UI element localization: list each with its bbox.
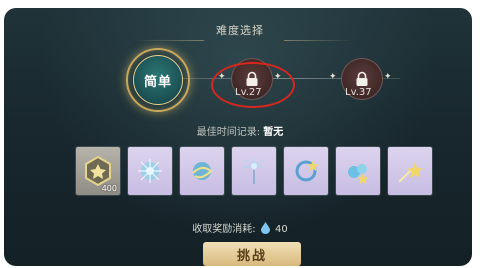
reward-item[interactable]: [128, 147, 172, 195]
reward-cost-value: 40: [275, 224, 288, 235]
star-cluster-icon: [348, 164, 369, 184]
resin-drop-icon: [260, 222, 270, 234]
sparkle-icon: ✦: [329, 72, 337, 82]
difficulty-simple-label: 简单: [143, 74, 172, 90]
challenge-button[interactable]: 挑战: [203, 242, 301, 266]
best-time-record: 最佳时间记录: 暂无: [0, 123, 480, 138]
best-time-label: 最佳时间记录:: [196, 127, 261, 138]
difficulty-simple-button[interactable]: 简单: [133, 55, 183, 105]
difficulty-lv37-label: Lv.37: [345, 87, 372, 98]
reward-item[interactable]: [336, 147, 380, 195]
challenge-button-label: 挑战: [236, 248, 267, 264]
best-time-value: 暂无: [263, 127, 284, 138]
dandelion-icon: [243, 158, 265, 184]
gold-emblem-icon: [85, 155, 111, 187]
swirl-orb-icon: [192, 162, 213, 180]
reward-item[interactable]: [388, 147, 432, 195]
lock-icon: [356, 71, 368, 86]
panel-title: 难度选择: [216, 24, 264, 37]
reward-item[interactable]: [284, 147, 328, 195]
star-wreath-icon: [295, 160, 319, 182]
reward-count: 400: [101, 184, 117, 193]
title-ornament-right: [284, 40, 354, 41]
reward-item[interactable]: [232, 147, 276, 195]
blue-flower-icon: [138, 159, 162, 183]
highlight-ring: [211, 62, 295, 108]
reward-item[interactable]: 400: [76, 147, 120, 195]
reward-cost-label: 收取奖励消耗:: [192, 224, 256, 235]
shooting-star-icon: [398, 162, 423, 183]
title-ornament-left: [134, 40, 204, 41]
sparkle-icon: ✦: [384, 72, 392, 82]
reward-item[interactable]: [180, 147, 224, 195]
reward-cost: 收取奖励消耗: 40: [0, 220, 480, 235]
